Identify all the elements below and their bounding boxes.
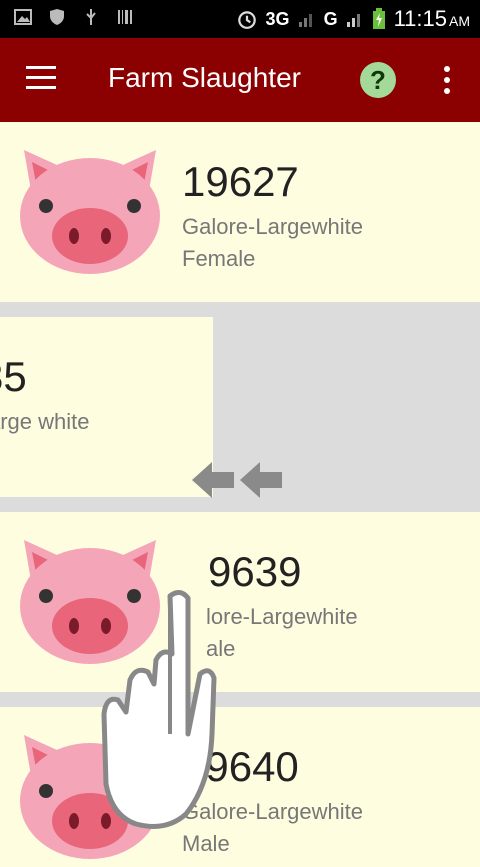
animal-breed: arge white bbox=[0, 409, 90, 434]
pig-icon bbox=[20, 150, 160, 274]
hamburger-menu-icon[interactable] bbox=[26, 66, 56, 90]
animal-list[interactable]: 19627 Galore-Largewhite Female 35 arge w… bbox=[0, 122, 480, 867]
battery-charging-icon bbox=[372, 8, 385, 29]
signal-icon bbox=[298, 14, 312, 27]
alarm-icon bbox=[237, 11, 256, 29]
list-item-swiping[interactable]: 35 arge white bbox=[0, 317, 213, 497]
network-label-3g: 3G bbox=[265, 8, 290, 29]
pointing-hand-icon bbox=[101, 590, 217, 829]
usb-icon bbox=[86, 9, 96, 25]
swipe-left-arrow-icon bbox=[240, 462, 282, 498]
help-button[interactable]: ? bbox=[360, 62, 396, 98]
animal-id: 19627 bbox=[182, 158, 299, 205]
status-bar: 3G G 11:15 AM bbox=[0, 0, 480, 38]
page-title: Farm Slaughter bbox=[108, 62, 301, 93]
animal-id: 35 bbox=[0, 353, 27, 400]
list-item[interactable]: 19627 Galore-Largewhite Female bbox=[0, 122, 480, 302]
signal-icon bbox=[346, 14, 360, 27]
clock-time: 11:15 bbox=[393, 6, 447, 31]
animal-id: 9639 bbox=[208, 548, 302, 595]
animal-sex: Female bbox=[182, 246, 256, 271]
list-item[interactable]: 19640 Galore-Largewhite Male bbox=[0, 707, 480, 867]
app-bar: Farm Slaughter ? bbox=[0, 38, 480, 122]
clock-ampm: AM bbox=[449, 13, 470, 29]
barcode-icon bbox=[118, 10, 132, 24]
animal-breed: Galore-Largewhite bbox=[182, 214, 363, 239]
shield-icon bbox=[50, 9, 64, 25]
list-item[interactable]: 9639 lore-Largewhite ale bbox=[0, 512, 480, 692]
network-label-g: G bbox=[323, 8, 338, 29]
animal-sex: Male bbox=[182, 831, 230, 856]
image-icon bbox=[14, 9, 32, 25]
animal-breed: lore-Largewhite bbox=[206, 604, 358, 629]
more-options-icon[interactable] bbox=[440, 66, 454, 94]
swipe-left-arrow-icon bbox=[192, 462, 234, 498]
